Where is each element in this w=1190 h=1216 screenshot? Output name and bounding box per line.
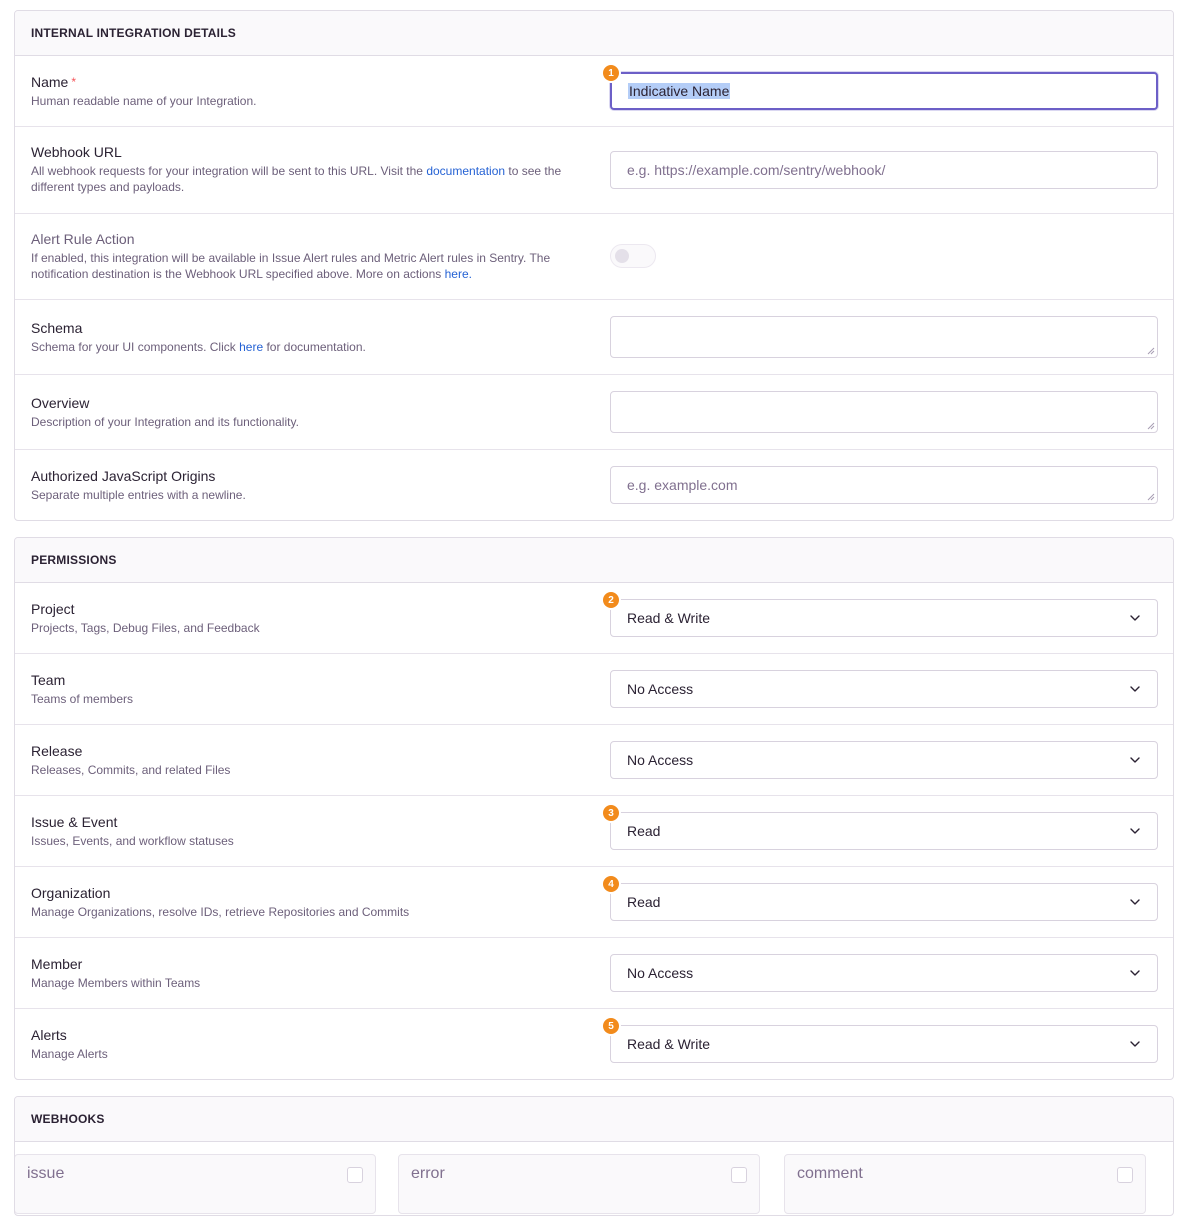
permission-help: Issues, Events, and workflow statuses [31,834,234,848]
authorized-origins-row: Authorized JavaScript Origins Separate m… [15,450,1173,520]
name-help: Human readable name of your Integration. [31,94,257,108]
schema-textarea[interactable] [610,316,1158,358]
permission-row-issue-event: Issue & Event Issues, Events, and workflo… [15,796,1173,867]
permission-select-value: Read & Write [627,610,710,626]
permission-row-alerts: Alerts Manage Alerts Read & Write 5 [15,1009,1173,1079]
documentation-link[interactable]: documentation [426,164,505,178]
name-label: Name * [31,74,77,90]
webhook-card-comment[interactable]: comment [784,1154,1146,1214]
webhook-card-label: issue [27,1165,65,1182]
permission-label: Issue & Event [31,814,118,830]
permission-row-release: Release Releases, Commits, and related Fi… [15,725,1173,796]
overview-textarea[interactable] [610,391,1158,433]
webhook-cards: issue error comment [15,1142,1173,1214]
webhook-url-help: All webhook requests for your integratio… [31,164,562,194]
alert-rule-action-toggle[interactable] [610,244,656,268]
step-badge-2: 2 [603,592,619,608]
webhook-checkbox[interactable] [1117,1167,1133,1183]
permission-help: Manage Alerts [31,1047,108,1061]
required-marker: * [71,75,77,89]
resize-grip-icon[interactable] [1147,493,1155,501]
alert-rule-action-row: Alert Rule Action If enabled, this integ… [15,214,1173,300]
chevron-down-icon [1130,1041,1140,1047]
webhook-card-label: comment [797,1165,863,1182]
permission-select-value: No Access [627,681,694,697]
permission-select-member[interactable]: No Access [610,954,1158,992]
permission-select-release[interactable]: No Access [610,741,1158,779]
alert-rule-action-label: Alert Rule Action [31,231,135,247]
authorized-origins-help: Separate multiple entries with a newline… [31,488,246,502]
alert-rule-action-help: If enabled, this integration will be ava… [31,251,551,281]
permission-select-value: No Access [627,752,694,768]
permission-select-value: Read [627,894,661,910]
permissions-list: Project Projects, Tags, Debug Files, and … [15,583,1173,1079]
webhook-url-placeholder: e.g. https://example.com/sentry/webhook/ [627,162,886,178]
webhook-card-error[interactable]: error [398,1154,760,1214]
permission-label: Alerts [31,1027,67,1043]
permission-help: Projects, Tags, Debug Files, and Feedbac… [31,621,260,635]
permission-help: Teams of members [31,692,134,706]
step-badge-4: 4 [603,876,619,892]
permission-select-value: No Access [627,965,694,981]
permission-select-alerts[interactable]: Read & Write [610,1025,1158,1063]
overview-help: Description of your Integration and its … [31,415,299,429]
webhook-card-label: error [411,1165,445,1182]
step-badge-3: 3 [603,805,619,821]
details-header: INTERNAL INTEGRATION DETAILS [15,11,1173,56]
webhook-checkbox[interactable] [731,1167,747,1183]
permission-select-issue-event[interactable]: Read [610,812,1158,850]
webhook-checkbox[interactable] [347,1167,363,1183]
toggle-knob [615,249,629,263]
chevron-down-icon [1130,615,1140,621]
authorized-origins-textarea[interactable]: e.g. example.com [610,466,1158,504]
overview-row: Overview Description of your Integration… [15,375,1173,450]
webhook-url-row: Webhook URL All webhook requests for you… [15,127,1173,214]
permission-row-member: Member Manage Members within Teams No Acce… [15,938,1173,1009]
webhook-card-issue[interactable]: issue [15,1154,376,1214]
step-badge-1: 1 [603,65,619,81]
name-input[interactable]: Indicative Name [610,72,1158,110]
permission-row-team: Team Teams of members No Access [15,654,1173,725]
webhooks-header: WEBHOOKS [15,1097,1173,1142]
permission-label: Member [31,956,83,972]
resize-grip-icon[interactable] [1147,422,1155,430]
chevron-down-icon [1130,686,1140,692]
authorized-origins-placeholder: e.g. example.com [627,477,738,493]
permission-label: Release [31,743,83,759]
chevron-down-icon [1130,828,1140,834]
permission-help: Manage Organizations, resolve IDs, retri… [31,905,410,919]
permission-select-value: Read [627,823,661,839]
actions-here-link[interactable]: here. [445,267,472,281]
permission-select-organization[interactable]: Read [610,883,1158,921]
resize-grip-icon[interactable] [1147,347,1155,355]
permission-label: Project [31,601,75,617]
name-row: Name * Human readable name of your Integr… [15,56,1173,127]
permission-label: Team [31,672,66,688]
authorized-origins-label: Authorized JavaScript Origins [31,468,216,484]
integration-details-panel: INTERNAL INTEGRATION DETAILS Name * Human… [14,10,1174,521]
permission-select-project[interactable]: Read & Write [610,599,1158,637]
permission-row-project: Project Projects, Tags, Debug Files, and … [15,583,1173,654]
schema-row: Schema Schema for your UI components. Cl… [15,300,1173,375]
webhook-url-input[interactable]: e.g. https://example.com/sentry/webhook/ [610,151,1158,189]
schema-here-link[interactable]: here [239,340,263,354]
overview-label: Overview [31,395,90,411]
permission-help: Releases, Commits, and related Files [31,763,231,777]
step-badge-5: 5 [603,1018,619,1034]
schema-help: Schema for your UI components. Click her… [31,340,366,354]
permission-row-organization: Organization Manage Organizations, resolv… [15,867,1173,938]
schema-label: Schema [31,320,83,336]
webhook-url-label: Webhook URL [31,144,122,160]
chevron-down-icon [1130,757,1140,763]
permissions-panel: PERMISSIONS Project Projects, Tags, Debug… [14,537,1174,1080]
permission-select-value: Read & Write [627,1036,710,1052]
chevron-down-icon [1130,970,1140,976]
permissions-header: PERMISSIONS [15,538,1173,583]
chevron-down-icon [1130,899,1140,905]
webhooks-panel: WEBHOOKS issue error comment [14,1096,1174,1216]
permission-help: Manage Members within Teams [31,976,201,990]
permission-select-team[interactable]: No Access [610,670,1158,708]
permission-label: Organization [31,885,111,901]
name-input-value: Indicative Name [628,83,731,99]
